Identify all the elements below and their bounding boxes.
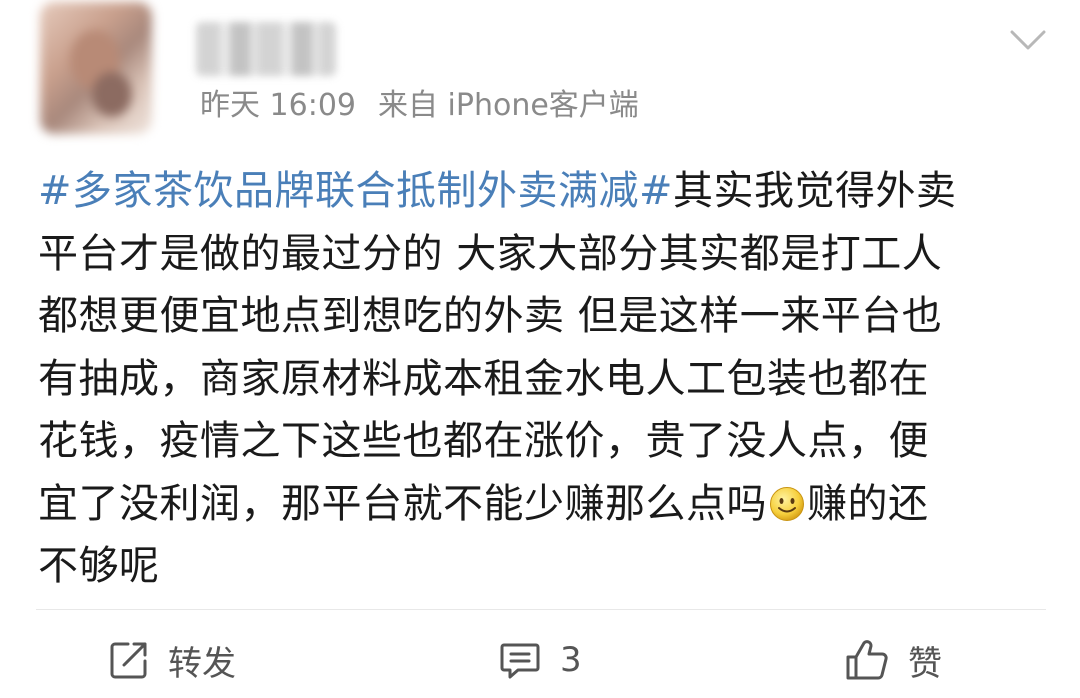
post-content: #多家茶饮品牌联合抵制外卖满减#其实我觉得外卖 平台才是做的最过分的 大家大部分… [38,160,1048,598]
action-bar: 转发 3 赞 [0,620,1080,698]
repost-label: 转发 [168,643,236,684]
like-button[interactable]: 赞 [844,630,942,690]
like-icon [846,640,888,680]
topic-link[interactable]: #多家茶饮品牌联合抵制外卖满减# [38,168,673,214]
username-blurred[interactable] [196,22,336,76]
content-text: 宜了没利润，那平台就不能少赚那么点吗 [38,480,767,527]
content-line: 平台才是做的最过分的 大家大部分其实都是打工人 [38,230,943,277]
repost-icon [110,642,147,679]
repost-button[interactable]: 转发 [108,630,236,690]
content-line: 有抽成，商家原材料成本租金水电人工包装也都在 [38,355,929,402]
content-line: #多家茶饮品牌联合抵制外卖满减#其实我觉得外卖 [38,160,1048,223]
content-line: 都想更便宜地点到想吃的外卖 但是这样一来平台也 [38,293,943,339]
like-label: 赞 [908,643,942,684]
content-line: 宜了没利润，那平台就不能少赚那么点吗 赚的还 [38,473,1048,536]
comment-count: 3 [560,640,582,680]
avatar[interactable] [40,2,152,134]
chevron-down-icon[interactable] [1006,24,1050,56]
content-text: 其实我觉得外卖 [673,168,957,214]
divider [36,609,1046,610]
post-meta: 昨天 16:09 来自 iPhone客户端 [200,84,639,128]
smile-emoji [770,486,804,521]
content-text: 赚的还 [807,480,929,527]
comment-icon [500,643,540,679]
post-time: 昨天 16:09 [200,88,356,123]
comment-button[interactable]: 3 [498,630,582,690]
post-source: 来自 iPhone客户端 [378,88,639,123]
content-line: 花钱，疫情之下这些也都在涨价，贵了没人点，便 [38,418,929,464]
content-line: 不够呢 [38,543,160,589]
weibo-post: 昨天 16:09 来自 iPhone客户端 #多家茶饮品牌联合抵制外卖满减#其实我… [0,0,1080,698]
